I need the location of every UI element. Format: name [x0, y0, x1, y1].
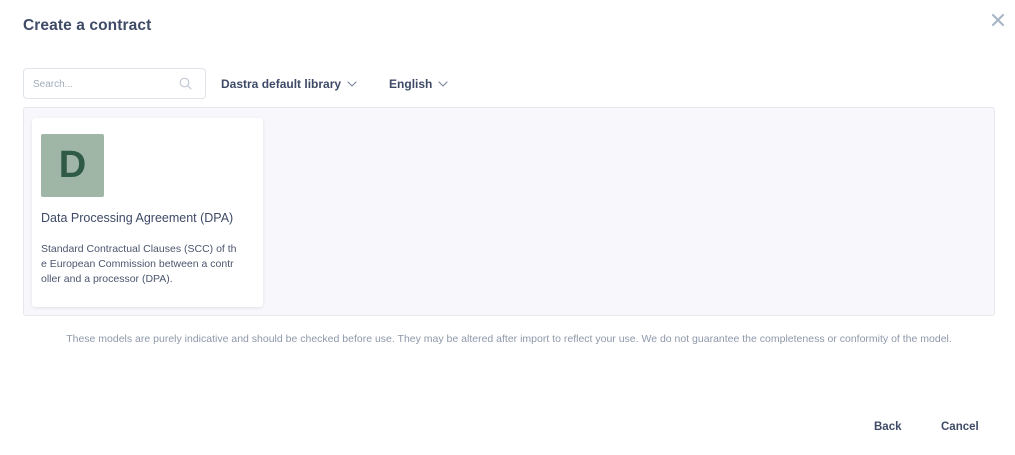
create-contract-dialog: Create a contract Dastra default library…: [0, 0, 1015, 455]
template-title: Data Processing Agreement (DPA): [41, 211, 234, 225]
library-dropdown[interactable]: Dastra default library: [221, 68, 357, 99]
back-button[interactable]: Back: [874, 421, 902, 433]
template-card[interactable]: D Data Processing Agreement (DPA) Standa…: [32, 118, 263, 307]
cancel-button[interactable]: Cancel: [941, 421, 979, 433]
template-description: Standard Contractual Clauses (SCC) of th…: [41, 243, 237, 285]
disclaimer-text: These models are purely indicative and s…: [66, 333, 952, 345]
toolbar: Dastra default library English: [23, 68, 448, 99]
search-icon[interactable]: [179, 77, 192, 90]
template-list: D Data Processing Agreement (DPA) Standa…: [23, 107, 995, 316]
search-input[interactable]: [33, 75, 173, 93]
language-dropdown-label: English: [389, 76, 433, 91]
search-box: [23, 68, 206, 99]
chevron-down-icon: [347, 80, 357, 87]
template-thumbnail-letter: D: [58, 144, 87, 186]
library-dropdown-label: Dastra default library: [221, 76, 342, 91]
template-thumbnail: D: [41, 134, 104, 197]
language-dropdown[interactable]: English: [389, 68, 448, 99]
close-icon: [991, 13, 1005, 27]
dialog-title: Create a contract: [23, 17, 152, 34]
chevron-down-icon: [438, 80, 448, 87]
close-button[interactable]: [989, 11, 1007, 29]
